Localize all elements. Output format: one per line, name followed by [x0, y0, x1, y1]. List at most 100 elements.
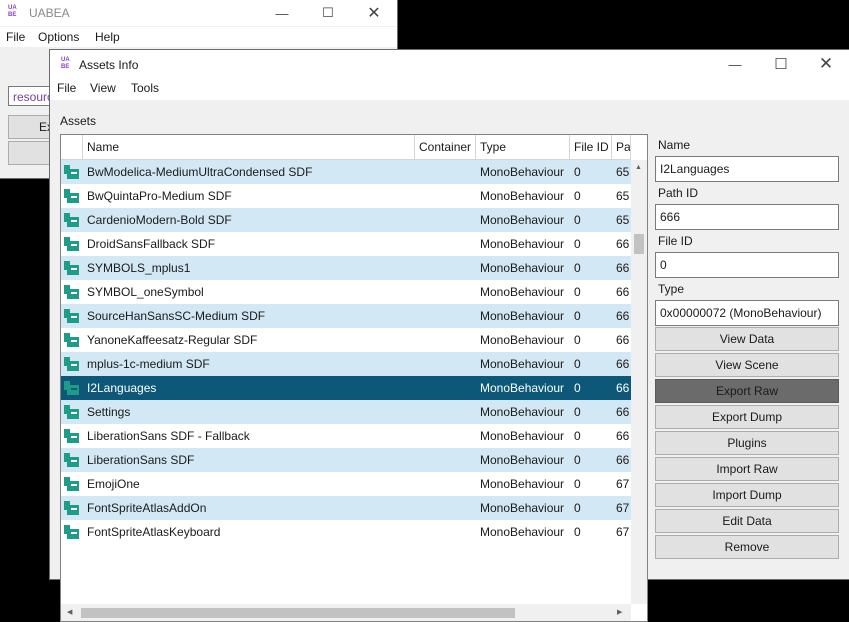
cell-container	[419, 304, 476, 328]
assets-menubar: File View Tools	[50, 78, 849, 100]
column-header-type[interactable]: Type	[476, 135, 570, 159]
cell-name: SourceHanSansSC-Medium SDF	[87, 309, 266, 323]
vertical-scrollbar[interactable]: ▲	[631, 160, 647, 604]
scroll-left-icon[interactable]: ◀	[67, 608, 72, 616]
view-scene-button[interactable]: View Scene	[655, 353, 839, 377]
monobehaviour-icon	[64, 477, 79, 491]
minimize-icon[interactable]: —	[712, 51, 758, 77]
scroll-right-icon[interactable]: ▶	[617, 608, 622, 616]
cell-container	[419, 448, 476, 472]
view-data-button[interactable]: View Data	[655, 327, 839, 351]
cell-path-id: 67	[616, 525, 630, 539]
monobehaviour-icon	[64, 333, 79, 347]
cell-file-id: 0	[574, 429, 581, 443]
table-header: Name Container Type File ID Pa	[61, 135, 631, 160]
maximize-icon[interactable]: ☐	[305, 0, 351, 26]
table-row[interactable]: LiberationSans SDF - Fallback MonoBehavio…	[61, 424, 631, 448]
file-id-label: File ID	[658, 234, 693, 248]
table-row[interactable]: FontSpriteAtlasAddOn MonoBehaviour 0 67	[61, 496, 631, 520]
minimize-icon[interactable]: —	[259, 0, 305, 26]
table-row[interactable]: EmojiOne MonoBehaviour 0 67	[61, 472, 631, 496]
horizontal-scrollbar[interactable]: ◀ ▶	[61, 604, 631, 621]
table-body: BwModelica-MediumUltraCondensed SDF MonoB…	[61, 160, 631, 604]
monobehaviour-icon	[64, 285, 79, 299]
column-header-path-id[interactable]: Pa	[612, 135, 631, 159]
menu-file[interactable]: File	[57, 81, 76, 95]
column-header-file-id[interactable]: File ID	[570, 135, 612, 159]
export-raw-button[interactable]: Export Raw	[655, 379, 839, 403]
table-row[interactable]: FontSpriteAtlasKeyboard MonoBehaviour 0 67	[61, 520, 631, 544]
cell-path-id: 65	[616, 213, 630, 227]
table-row[interactable]: Settings MonoBehaviour 0 66	[61, 400, 631, 424]
cell-path-id: 65	[616, 165, 630, 179]
table-row[interactable]: BwQuintaPro-Medium SDF MonoBehaviour 0 65	[61, 184, 631, 208]
cell-type: MonoBehaviour	[480, 285, 565, 299]
column-header-name[interactable]: Name	[83, 135, 415, 159]
cell-container	[419, 424, 476, 448]
cell-type: MonoBehaviour	[480, 213, 565, 227]
menu-view[interactable]: View	[90, 81, 116, 95]
cell-container	[419, 280, 476, 304]
cell-type: MonoBehaviour	[480, 381, 565, 395]
import-raw-button[interactable]: Import Raw	[655, 457, 839, 481]
import-dump-button[interactable]: Import Dump	[655, 483, 839, 507]
cell-container	[419, 472, 476, 496]
table-row[interactable]: SourceHanSansSC-Medium SDF MonoBehaviour 0…	[61, 304, 631, 328]
plugins-button[interactable]: Plugins	[655, 431, 839, 455]
cell-file-id: 0	[574, 189, 581, 203]
table-row[interactable]: mplus-1c-medium SDF MonoBehaviour 0 66	[61, 352, 631, 376]
cell-type: MonoBehaviour	[480, 357, 565, 371]
maximize-icon[interactable]: ☐	[758, 51, 804, 77]
path-id-field[interactable]: 666	[655, 204, 839, 230]
monobehaviour-icon	[64, 309, 79, 323]
table-row[interactable]: YanoneKaffeesatz-Regular SDF MonoBehaviou…	[61, 328, 631, 352]
cell-name: BwQuintaPro-Medium SDF	[87, 189, 232, 203]
close-icon[interactable]: ✕	[351, 0, 397, 26]
cell-type: MonoBehaviour	[480, 453, 565, 467]
menu-tools[interactable]: Tools	[131, 81, 159, 95]
cell-file-id: 0	[574, 261, 581, 275]
column-header-container[interactable]: Container	[415, 135, 476, 159]
menu-help[interactable]: Help	[95, 30, 120, 44]
cell-name: DroidSansFallback SDF	[87, 237, 216, 251]
monobehaviour-icon	[64, 405, 79, 419]
table-row[interactable]: LiberationSans SDF MonoBehaviour 0 66	[61, 448, 631, 472]
main-titlebar[interactable]: UA BE UABEA — ☐ ✕	[0, 0, 397, 26]
table-row[interactable]: CardenioModern-Bold SDF MonoBehaviour 0 65	[61, 208, 631, 232]
menu-file[interactable]: File	[6, 30, 25, 44]
assets-window-title: Assets Info	[79, 58, 139, 72]
type-field[interactable]: 0x00000072 (MonoBehaviour)	[655, 300, 839, 326]
table-row[interactable]: SYMBOL_oneSymbol MonoBehaviour 0 66	[61, 280, 631, 304]
cell-file-id: 0	[574, 357, 581, 371]
uabea-logo-icon: UA BE	[8, 5, 17, 18]
close-icon[interactable]: ✕	[803, 51, 849, 77]
monobehaviour-icon	[64, 261, 79, 275]
table-row[interactable]: SYMBOLS_mplus1 MonoBehaviour 0 66	[61, 256, 631, 280]
menu-options[interactable]: Options	[38, 30, 79, 44]
name-field[interactable]: I2Languages	[655, 156, 839, 182]
main-window-title: UABEA	[29, 6, 70, 20]
cell-container	[419, 352, 476, 376]
horizontal-scroll-thumb[interactable]	[81, 608, 515, 618]
cell-name: LiberationSans SDF	[87, 453, 195, 467]
cell-type: MonoBehaviour	[480, 309, 565, 323]
edit-data-button[interactable]: Edit Data	[655, 509, 839, 533]
cell-name: Settings	[87, 405, 131, 419]
assets-section-label: Assets	[60, 114, 97, 128]
monobehaviour-icon	[64, 525, 79, 539]
cell-container	[419, 376, 476, 400]
export-dump-button[interactable]: Export Dump	[655, 405, 839, 429]
table-row[interactable]: DroidSansFallback SDF MonoBehaviour 0 66	[61, 232, 631, 256]
table-row[interactable]: BwModelica-MediumUltraCondensed SDF MonoB…	[61, 160, 631, 184]
table-row[interactable]: I2Languages MonoBehaviour 0 66	[61, 376, 631, 400]
cell-name: CardenioModern-Bold SDF	[87, 213, 232, 227]
scroll-up-icon[interactable]: ▲	[635, 164, 642, 171]
vertical-scroll-thumb[interactable]	[634, 234, 644, 254]
header-icon-column[interactable]	[61, 135, 83, 159]
remove-button[interactable]: Remove	[655, 535, 839, 559]
cell-container	[419, 328, 476, 352]
cell-container	[419, 232, 476, 256]
monobehaviour-icon	[64, 165, 79, 179]
assets-titlebar[interactable]: UA BE Assets Info — ☐ ✕	[50, 50, 849, 78]
file-id-field[interactable]: 0	[655, 252, 839, 278]
